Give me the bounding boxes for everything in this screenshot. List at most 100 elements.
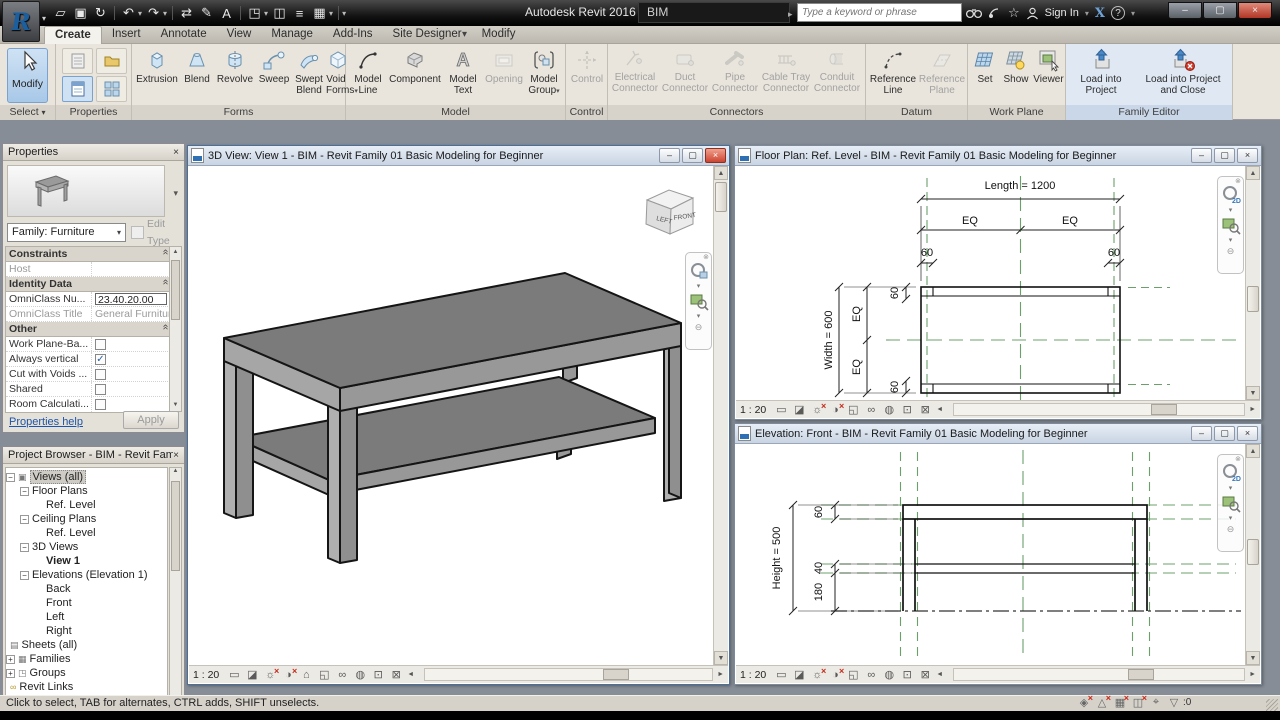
always-vertical-row[interactable]: Always vertical✓ <box>6 352 170 367</box>
collapse-box-icon[interactable]: − <box>6 473 15 482</box>
thin-lines-icon[interactable]: ≡ <box>291 6 308 21</box>
plan-restore-button[interactable]: ▢ <box>1214 148 1235 163</box>
3d-table-model[interactable] <box>189 166 714 665</box>
properties-palette-button[interactable] <box>62 76 93 102</box>
tab-add-ins[interactable]: Add-Ins <box>323 26 383 44</box>
tab-insert[interactable]: Insert <box>102 26 151 44</box>
redo-dropdown-icon[interactable]: ▾ <box>163 9 167 18</box>
viewcube[interactable]: LEFT FRONT <box>637 182 701 247</box>
swept-blend-button[interactable]: Swept Blend <box>292 47 326 96</box>
model-text-button[interactable]: A Model Text <box>442 47 484 96</box>
navbar-collapse-icon[interactable]: ⊖ <box>1227 246 1235 257</box>
app-minimize-button[interactable]: – <box>1168 2 1202 19</box>
wheel-dropdown-icon[interactable]: ▾ <box>697 282 701 290</box>
elevation-drawing[interactable]: Height = 500 60 40 180 <box>736 444 1246 665</box>
shared-checkbox[interactable] <box>95 384 106 395</box>
tree-item-revit-links[interactable]: ∞Revit Links <box>6 680 167 694</box>
zoom-dropdown-icon[interactable]: ▾ <box>697 312 701 320</box>
scale-button[interactable]: 1 : 20 <box>740 404 766 416</box>
void-forms-button[interactable]: Void Forms▾ <box>326 47 346 97</box>
set-work-plane-button[interactable]: Set <box>970 47 1000 85</box>
blend-button[interactable]: Blend <box>180 47 214 85</box>
tree-item-groups[interactable]: +◳Groups <box>6 666 167 680</box>
zoom-dropdown-icon[interactable]: ▾ <box>1229 514 1233 522</box>
scrollbar-thumb[interactable] <box>715 182 727 212</box>
collapse-box-icon[interactable]: − <box>20 543 29 552</box>
model-group-button[interactable]: Model Group▾ <box>524 47 564 97</box>
sun-path-icon[interactable]: ☼ <box>810 404 824 416</box>
elevation-slab-dim[interactable]: 60 <box>813 506 825 518</box>
navbar-collapse-icon[interactable]: ⊖ <box>1227 524 1235 535</box>
open-icon[interactable]: ▱ <box>52 5 69 21</box>
wheel-dropdown-icon[interactable]: ▾ <box>1229 484 1233 492</box>
tree-item-elevations[interactable]: −Elevations (Elevation 1) <box>6 568 167 582</box>
customize-qat-icon[interactable]: ▾ <box>342 9 346 18</box>
scale-button[interactable]: 1 : 20 <box>740 669 766 681</box>
temporary-view-properties-icon[interactable]: ⊡ <box>900 668 914 681</box>
room-calculation-row[interactable]: Room Calculati... <box>6 397 170 412</box>
scroll-left-icon[interactable]: ◄ <box>936 406 943 413</box>
collapse-box-icon[interactable]: − <box>20 515 29 524</box>
identity-data-section-header[interactable]: Identity Data« <box>6 277 170 292</box>
scroll-down-icon[interactable]: ▼ <box>714 651 728 665</box>
tab-create[interactable]: Create <box>44 26 102 44</box>
help-icon[interactable]: ? <box>1111 6 1125 20</box>
properties-palette-title-bar[interactable]: Properties × <box>3 144 184 161</box>
plan-drawing[interactable]: Length = 1200 EQ EQ 60 60 Width = 600 EQ… <box>736 166 1246 400</box>
browser-scrollbar[interactable]: ▲ ▼ <box>169 467 182 720</box>
omniclass-number-input[interactable]: 23.40.20.00 <box>95 293 167 305</box>
viewer-button[interactable]: Viewer <box>1032 47 1065 85</box>
shadows-icon[interactable]: ◑ <box>828 404 842 416</box>
view-lock-icon[interactable]: ⊠ <box>918 668 932 681</box>
scrollbar-thumb[interactable] <box>1151 404 1177 415</box>
model-line-button[interactable]: Model Line <box>348 47 388 96</box>
elevation-title-bar[interactable]: Elevation: Front - BIM - Revit Family 01… <box>735 424 1261 444</box>
sign-in-label[interactable]: Sign In <box>1045 7 1079 19</box>
favorites-star-icon[interactable]: ☆ <box>1008 5 1020 21</box>
plan-width-dim[interactable]: Width = 600 <box>823 310 835 369</box>
family-types-button[interactable] <box>62 48 93 74</box>
revolve-button[interactable]: Revolve <box>214 47 256 85</box>
tree-item-front[interactable]: Front <box>6 596 167 610</box>
panel-select-label[interactable]: Select ▾ <box>0 105 55 120</box>
component-button[interactable]: Component <box>388 47 442 85</box>
scrollbar-thumb[interactable] <box>603 669 629 680</box>
search-input[interactable] <box>797 3 962 22</box>
properties-close-icon[interactable]: × <box>173 147 179 158</box>
undo-dropdown-icon[interactable]: ▾ <box>138 9 142 18</box>
zoom-dropdown-icon[interactable]: ▾ <box>1229 236 1233 244</box>
application-menu-dropdown-icon[interactable]: ▾ <box>42 14 46 23</box>
scroll-up-icon[interactable]: ▲ <box>1246 166 1260 180</box>
navbar-collapse-icon[interactable]: ⊖ <box>695 322 703 333</box>
wheel-dropdown-icon[interactable]: ▾ <box>1229 206 1233 214</box>
tree-item-views[interactable]: −▣Views (all) <box>6 470 167 484</box>
collapse-box-icon[interactable]: − <box>20 487 29 496</box>
extrusion-button[interactable]: Extrusion <box>134 47 180 85</box>
reference-line-button[interactable]: Reference Line <box>868 47 918 96</box>
3d-navigation-bar[interactable]: ⊗ ▾ ▾ ⊖ <box>685 252 712 350</box>
scroll-left-icon[interactable]: ◄ <box>407 671 414 678</box>
reveal-hidden-elements-icon[interactable]: ◍ <box>882 668 896 681</box>
preview-dropdown-icon[interactable]: ▾ <box>173 188 178 199</box>
select-links-toggle-icon[interactable]: ◈ <box>1075 696 1093 709</box>
tree-item-families[interactable]: +▦Families <box>6 652 167 666</box>
temporary-hide-isolate-icon[interactable]: ∞ <box>864 404 878 416</box>
scroll-right-icon[interactable]: ► <box>1249 406 1256 413</box>
reveal-hidden-elements-icon[interactable]: ◍ <box>353 668 367 681</box>
collapse-box-icon[interactable]: − <box>20 571 29 580</box>
sync-icon[interactable]: ↻ <box>92 5 109 21</box>
3d-minimize-button[interactable]: – <box>659 148 680 163</box>
app-maximize-button[interactable]: ▢ <box>1203 2 1237 19</box>
plan-horizontal-scrollbar[interactable] <box>953 403 1245 416</box>
elevation-horizontal-scrollbar[interactable] <box>953 668 1245 681</box>
shadows-icon[interactable]: ◑ <box>281 669 295 681</box>
resize-grip[interactable] <box>1266 699 1278 711</box>
tab-view[interactable]: View <box>217 26 262 44</box>
3d-close-button[interactable]: × <box>705 148 726 163</box>
cut-with-voids-row[interactable]: Cut with Voids ... <box>6 367 170 382</box>
sun-path-icon[interactable]: ☼ <box>810 669 824 681</box>
expand-box-icon[interactable]: + <box>6 655 15 664</box>
elevation-height-dim[interactable]: Height = 500 <box>771 527 783 590</box>
steering-wheel-2d-icon[interactable]: 2D <box>1221 463 1241 483</box>
tab-site-designer[interactable]: Site Designer <box>383 26 472 44</box>
